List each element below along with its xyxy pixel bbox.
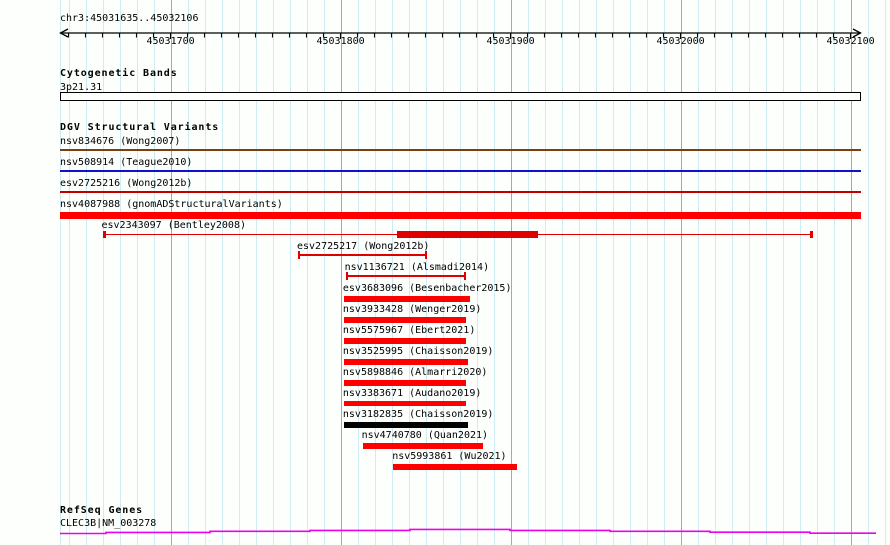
variant-label-esv2725216[interactable]: esv2725216 (Wong2012b) <box>60 177 192 190</box>
ruler-tick-label: 45031800 <box>317 35 365 48</box>
cytoband-label[interactable]: 3p21.31 <box>60 81 102 94</box>
variant-label-esv2343097[interactable]: esv2343097 (Bentley2008) <box>102 219 247 232</box>
variant-label-nsv3525995[interactable]: nsv3525995 (Chaisson2019) <box>343 345 494 358</box>
variant-label-nsv3933428[interactable]: nsv3933428 (Wenger2019) <box>343 303 481 316</box>
ruler-tick-label: 45031700 <box>147 35 195 48</box>
ruler-tick-label: 45031900 <box>487 35 535 48</box>
variant-label-nsv3182835[interactable]: nsv3182835 (Chaisson2019) <box>343 408 494 421</box>
variant-label-nsv5898846[interactable]: nsv5898846 (Almarri2020) <box>343 366 488 379</box>
variant-label-nsv1136721[interactable]: nsv1136721 (Alsmadi2014) <box>345 261 490 274</box>
variant-label-nsv3383671[interactable]: nsv3383671 (Audano2019) <box>343 387 481 400</box>
cytogenetic-track-header: Cytogenetic Bands <box>60 67 178 80</box>
refseq-track-header: RefSeq Genes <box>60 504 143 517</box>
refseq-gene-label[interactable]: CLEC3B|NM_003278 <box>60 517 156 530</box>
ruler-tick-label: 45032000 <box>657 35 705 48</box>
variant-label-nsv5575967[interactable]: nsv5575967 (Ebert2021) <box>343 324 475 337</box>
variant-label-nsv5993861[interactable]: nsv5993861 (Wu2021) <box>392 450 506 463</box>
genome-browser-view: chr3:45031635..45032106 45031700 45031800… <box>0 0 890 545</box>
variant-label-nsv4740780[interactable]: nsv4740780 (Quan2021) <box>362 429 488 442</box>
variant-label-esv3683096[interactable]: esv3683096 (Besenbacher2015) <box>343 282 512 295</box>
variant-label-esv2725217[interactable]: esv2725217 (Wong2012b) <box>297 240 429 253</box>
region-title: chr3:45031635..45032106 <box>60 12 198 25</box>
ruler-tick-label: 45032100 <box>827 35 875 48</box>
variant-label-nsv834676[interactable]: nsv834676 (Wong2007) <box>60 135 180 148</box>
dgv-track-header: DGV Structural Variants <box>60 121 219 134</box>
variant-label-nsv508914[interactable]: nsv508914 (Teague2010) <box>60 156 192 169</box>
variant-label-nsv4087988[interactable]: nsv4087988 (gnomADStructuralVariants) <box>60 198 283 211</box>
gene-line[interactable] <box>60 529 876 533</box>
